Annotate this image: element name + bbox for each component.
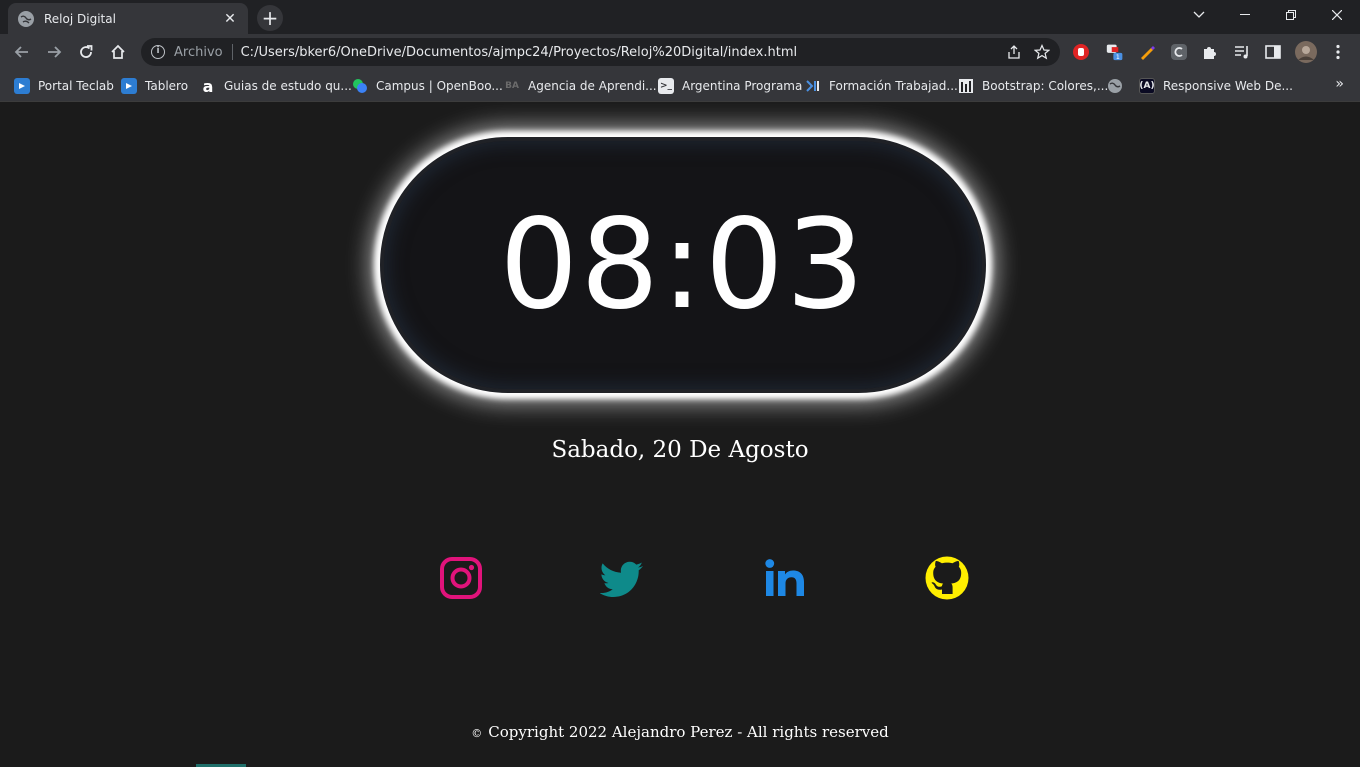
github-link[interactable] — [925, 556, 969, 600]
reload-icon[interactable] — [72, 38, 100, 66]
translate-extension-icon[interactable]: 1 — [1106, 43, 1124, 61]
bookmark-argentina-programa[interactable]: >_ Argentina Programa — [658, 76, 802, 96]
c-extension-icon[interactable] — [1170, 43, 1188, 61]
bookmark-agencia[interactable]: BA Agencia de Aprendi... — [504, 76, 657, 96]
minimize-button[interactable] — [1222, 0, 1268, 30]
back-icon[interactable] — [8, 38, 36, 66]
globe-icon — [18, 10, 34, 27]
clock-display: 08:03 — [380, 137, 986, 393]
bookmark-label: Tablero — [145, 79, 189, 93]
github-icon — [925, 556, 969, 600]
bookmarks-bar: Portal Teclab Tablero a Guias de estudo … — [0, 70, 1360, 102]
bookmark-guias[interactable]: a Guias de estudo qu... — [200, 76, 352, 96]
omnibox-divider — [231, 44, 233, 60]
profile-avatar[interactable] — [1295, 41, 1317, 63]
extensions-puzzle-icon[interactable] — [1201, 43, 1219, 61]
restore-button[interactable] — [1268, 0, 1314, 30]
bookmark-label: Portal Teclab — [38, 79, 114, 93]
bookmark-label: Agencia de Aprendi... — [528, 79, 657, 93]
bookmark-label: Formación Trabajad... — [829, 79, 958, 93]
info-icon[interactable]: i — [151, 45, 165, 59]
extension-badge-count: 1 — [1116, 53, 1120, 61]
twitter-link[interactable] — [600, 556, 644, 600]
browser-tab[interactable]: Reloj Digital ✕ — [8, 3, 248, 34]
close-window-button[interactable] — [1314, 0, 1360, 30]
bookmark-label: Bootstrap: Colores,... — [982, 79, 1109, 93]
page-content: 08:03 Sabado, 20 De Agosto © Copyright 20… — [0, 103, 1360, 767]
teclab-icon — [121, 78, 137, 94]
openbootcamp-icon — [352, 78, 368, 94]
bookmark-bootstrap[interactable]: Bootstrap: Colores,... — [958, 76, 1108, 96]
pen-extension-icon[interactable] — [1138, 43, 1156, 61]
bookmark-responsive-web[interactable]: (A) Responsive Web De... — [1139, 76, 1293, 96]
footer-text: Copyright 2022 Alejandro Perez - All rig… — [488, 723, 889, 741]
browser-menu-icon[interactable] — [1329, 43, 1347, 61]
bookmark-star-icon[interactable] — [1028, 38, 1056, 66]
footer: © Copyright 2022 Alejandro Perez - All ri… — [0, 723, 1360, 741]
clock-time: 08:03 — [499, 193, 867, 337]
bookmark-openbootcamp[interactable]: Campus | OpenBoo... — [352, 76, 503, 96]
copyright-symbol: © — [471, 727, 483, 740]
adblock-extension-icon[interactable] — [1072, 43, 1090, 61]
terminal-icon: >_ — [658, 78, 674, 94]
a-icon: a — [202, 76, 214, 96]
twitter-icon — [600, 561, 643, 597]
home-icon[interactable] — [104, 38, 132, 66]
url-text[interactable]: C:/Users/bker6/OneDrive/Documentos/ajmpc… — [241, 45, 1000, 60]
ba-icon: BA — [505, 81, 519, 91]
share-icon[interactable] — [1000, 38, 1028, 66]
instagram-link[interactable] — [439, 556, 483, 600]
date-text: Sabado, 20 De Agosto — [551, 437, 809, 463]
browser-toolbar: i Archivo C:/Users/bker6/OneDrive/Docume… — [0, 34, 1360, 70]
media-controls-icon[interactable] — [1233, 43, 1251, 61]
linkedin-link[interactable] — [763, 556, 807, 600]
address-bar[interactable]: i Archivo C:/Users/bker6/OneDrive/Docume… — [141, 38, 1060, 66]
new-tab-button[interactable]: + — [257, 5, 283, 31]
instagram-icon — [440, 557, 482, 599]
forward-icon[interactable] — [40, 38, 68, 66]
linkedin-icon — [765, 559, 804, 596]
freecodecamp-icon: (A) — [1139, 78, 1155, 94]
side-panel-icon[interactable] — [1264, 43, 1282, 61]
bookmark-label: Campus | OpenBoo... — [376, 79, 503, 93]
bookmark-label: Guias de estudo qu... — [224, 79, 352, 93]
globe-icon — [1107, 78, 1123, 94]
formacion-icon — [805, 78, 821, 94]
bookmarks-overflow-icon[interactable]: » — [1335, 76, 1344, 92]
bookmark-portal-teclab[interactable]: Portal Teclab — [14, 76, 114, 96]
bookmark-globe[interactable] — [1107, 76, 1131, 96]
bookmark-label: Responsive Web De... — [1163, 79, 1293, 93]
bootstrap-icon — [958, 78, 974, 94]
tab-strip: Reloj Digital ✕ + — [0, 0, 1360, 34]
bookmark-tablero[interactable]: Tablero — [121, 76, 188, 96]
tab-search-icon[interactable] — [1176, 0, 1222, 30]
teclab-icon — [14, 78, 30, 94]
tab-title: Reloj Digital — [44, 11, 116, 26]
close-tab-icon[interactable]: ✕ — [222, 11, 238, 27]
bookmark-formacion[interactable]: Formación Trabajad... — [805, 76, 958, 96]
file-scheme-label: Archivo — [174, 44, 223, 60]
bookmark-label: Argentina Programa — [682, 79, 803, 93]
